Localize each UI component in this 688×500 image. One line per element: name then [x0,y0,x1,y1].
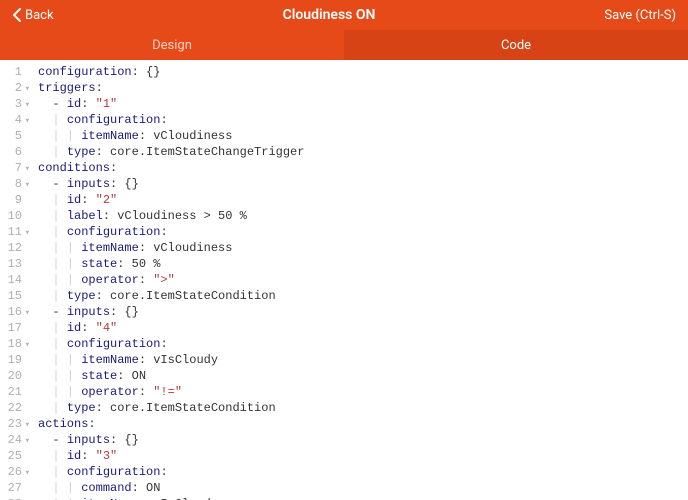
editor-content[interactable]: configuration: {}triggers: - id: "1" | c… [38,60,688,500]
code-line[interactable]: | | state: ON [38,368,688,384]
gutter-line: 4▾ [0,112,30,128]
gutter-line: 23▾ [0,416,30,432]
gutter-line: 12 [0,240,30,256]
gutter-line: 13 [0,256,30,272]
fold-marker-icon[interactable]: ▾ [24,417,30,433]
fold-marker-icon[interactable]: ▾ [24,305,30,321]
gutter-line: 19 [0,352,30,368]
code-line[interactable]: | | itemName: vIsCloudy [38,496,688,500]
code-line[interactable]: | | itemName: vCloudiness [38,128,688,144]
code-line[interactable]: | | itemName: vIsCloudy [38,352,688,368]
gutter-line: 10 [0,208,30,224]
gutter-line: 20 [0,368,30,384]
app-header: Back Cloudiness ON Save (Ctrl-S) [0,0,688,30]
code-line[interactable]: conditions: [38,160,688,176]
tab-code[interactable]: Code [344,30,688,60]
fold-marker-icon[interactable]: ▾ [24,97,30,113]
chevron-left-icon [12,8,21,22]
code-line[interactable]: triggers: [38,80,688,96]
code-line[interactable]: | configuration: [38,464,688,480]
code-line[interactable]: | | operator: "!=" [38,384,688,400]
code-line[interactable]: actions: [38,416,688,432]
gutter-line: 17 [0,320,30,336]
gutter-line: 16▾ [0,304,30,320]
fold-marker-icon[interactable]: ▾ [24,81,30,97]
code-line[interactable]: | | state: 50 % [38,256,688,272]
code-line[interactable]: | type: core.ItemStateChangeTrigger [38,144,688,160]
gutter-line: 11▾ [0,224,30,240]
gutter-line: 22 [0,400,30,416]
fold-marker-icon[interactable]: ▾ [24,337,30,353]
code-line[interactable]: | type: core.ItemStateCondition [38,400,688,416]
code-line[interactable]: - inputs: {} [38,432,688,448]
gutter-line: 9 [0,192,30,208]
fold-marker-icon[interactable]: ▾ [24,433,30,449]
gutter-line: 24▾ [0,432,30,448]
page-title: Cloudiness ON [283,7,376,23]
code-line[interactable]: | configuration: [38,224,688,240]
gutter-line: 25 [0,448,30,464]
tab-bar: Design Code [0,30,688,60]
fold-marker-icon[interactable]: ▾ [24,161,30,177]
code-editor[interactable]: 12▾3▾4▾567▾8▾91011▾1213141516▾1718▾19202… [0,60,688,500]
code-line[interactable]: | | operator: ">" [38,272,688,288]
code-line[interactable]: - inputs: {} [38,304,688,320]
gutter-line: 18▾ [0,336,30,352]
gutter-line: 26▾ [0,464,30,480]
gutter-line: 21 [0,384,30,400]
gutter-line: 8▾ [0,176,30,192]
fold-marker-icon[interactable]: ▾ [24,225,30,241]
gutter-line: 27 [0,480,30,496]
code-line[interactable]: | type: core.ItemStateCondition [38,288,688,304]
fold-marker-icon[interactable]: ▾ [24,177,30,193]
code-line[interactable]: | | itemName: vCloudiness [38,240,688,256]
save-button[interactable]: Save (Ctrl-S) [604,8,676,23]
gutter-line: 6 [0,144,30,160]
gutter-line: 3▾ [0,96,30,112]
back-button[interactable]: Back [12,8,54,23]
code-line[interactable]: | id: "3" [38,448,688,464]
code-line[interactable]: | configuration: [38,336,688,352]
fold-marker-icon[interactable]: ▾ [24,465,30,481]
gutter-line: 1 [0,64,30,80]
gutter-line: 28 [0,496,30,500]
gutter-line: 15 [0,288,30,304]
code-line[interactable]: | configuration: [38,112,688,128]
code-line[interactable]: - inputs: {} [38,176,688,192]
fold-marker-icon[interactable]: ▾ [24,113,30,129]
code-line[interactable]: - id: "1" [38,96,688,112]
gutter-line: 2▾ [0,80,30,96]
back-label: Back [25,8,54,23]
tab-design[interactable]: Design [0,30,344,60]
code-line[interactable]: configuration: {} [38,64,688,80]
gutter-line: 7▾ [0,160,30,176]
editor-gutter: 12▾3▾4▾567▾8▾91011▾1213141516▾1718▾19202… [0,60,38,500]
code-line[interactable]: | id: "2" [38,192,688,208]
gutter-line: 5 [0,128,30,144]
code-line[interactable]: | | command: ON [38,480,688,496]
code-line[interactable]: | label: vCloudiness > 50 % [38,208,688,224]
gutter-line: 14 [0,272,30,288]
code-line[interactable]: | id: "4" [38,320,688,336]
